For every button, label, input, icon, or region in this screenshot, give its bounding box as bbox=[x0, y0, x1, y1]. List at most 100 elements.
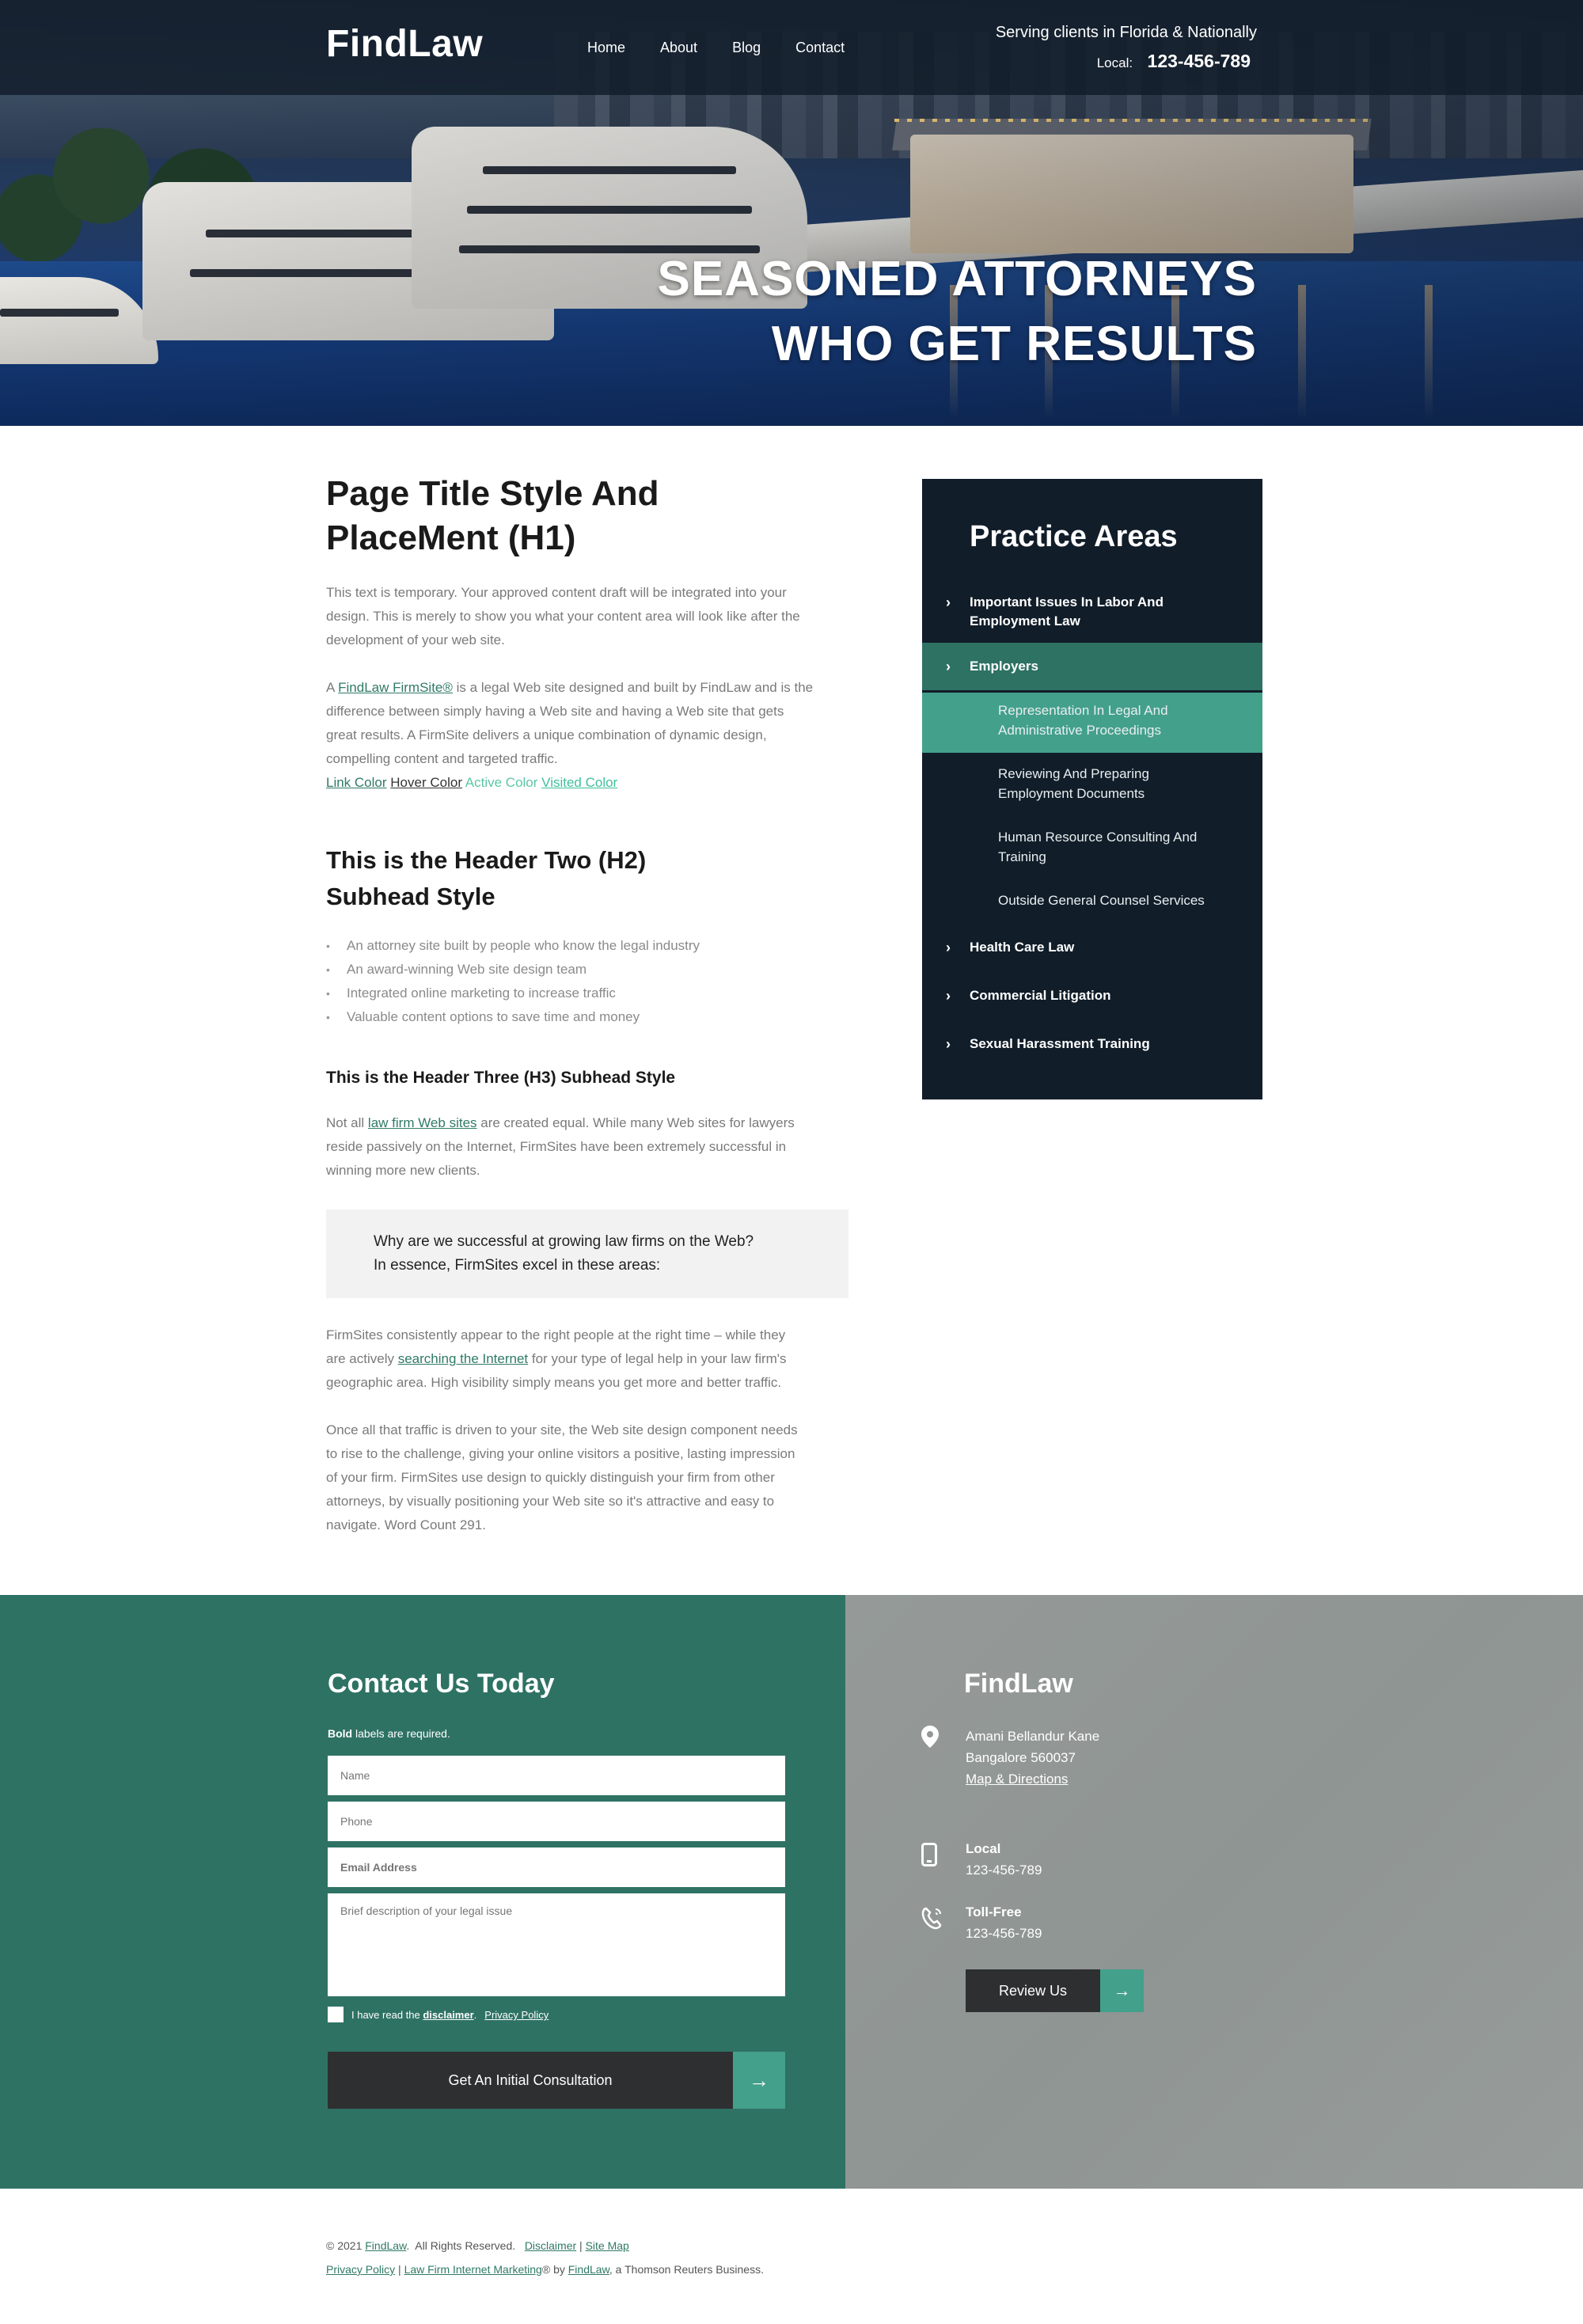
copyright-text: © 2021 bbox=[326, 2239, 366, 2252]
serving-tagline: Serving clients in Florida & Nationally bbox=[995, 24, 1257, 41]
practice-areas-title: Practice Areas bbox=[970, 520, 1178, 553]
get-consultation-button[interactable]: Get An Initial Consultation bbox=[328, 2052, 733, 2109]
visited-color-sample[interactable]: Visited Color bbox=[541, 775, 617, 790]
arrow-right-icon[interactable]: → bbox=[733, 2052, 785, 2109]
sidebar-subitem-representation[interactable]: Representation In Legal And Administrati… bbox=[922, 701, 1262, 742]
hero-headline-line2: WHO GET RESULTS bbox=[771, 317, 1257, 371]
arrow-right-icon[interactable]: → bbox=[1100, 1969, 1144, 2012]
by-text: ® by bbox=[541, 2263, 568, 2276]
text-line: compelling content and targeted traffic. bbox=[326, 751, 558, 766]
searching-internet-link[interactable]: searching the Internet bbox=[398, 1351, 528, 1366]
findlaw-logo[interactable]: FindLaw bbox=[326, 22, 483, 66]
main-nav: Home About Blog Contact bbox=[587, 40, 879, 56]
local-label: Local: bbox=[1096, 55, 1133, 70]
hover-color-sample[interactable]: Hover Color bbox=[390, 775, 462, 790]
law-firm-paragraph: Not all law firm Web sites are created e… bbox=[326, 1111, 848, 1183]
tollfree-label: Toll-Free bbox=[966, 1904, 1022, 1920]
link-color-samples: Link Color Hover Color Active Color Visi… bbox=[326, 771, 848, 795]
nav-contact[interactable]: Contact bbox=[795, 40, 845, 56]
link-color-sample[interactable]: Link Color bbox=[326, 775, 387, 790]
list-item: An award-winning Web site design team bbox=[326, 958, 848, 982]
practice-areas-sidebar: Practice Areas › Important Issues In Lab… bbox=[922, 479, 1262, 1099]
sidebar-item-label: Health Care Law bbox=[970, 940, 1075, 955]
design-paragraph: Once all that traffic is driven to your … bbox=[326, 1418, 848, 1537]
text-span: are created equal. While many Web sites … bbox=[476, 1115, 795, 1130]
sidebar-subitem-hr-consulting[interactable]: Human Resource Consulting And Training bbox=[922, 827, 1262, 868]
sidebar-item-commercial-litigation[interactable]: › Commercial Litigation bbox=[922, 986, 1262, 1005]
required-note: Bold labels are required. bbox=[328, 1727, 450, 1740]
office-title: FindLaw bbox=[964, 1669, 1073, 1699]
list-item: An attorney site built by people who kno… bbox=[326, 934, 848, 958]
disclaimer-link[interactable]: disclaimer bbox=[423, 2009, 473, 2021]
sidebar-subitem-employment-documents[interactable]: Reviewing And Preparing Employment Docum… bbox=[922, 764, 1262, 805]
text-line: to rise to the challenge, giving your on… bbox=[326, 1446, 795, 1461]
visibility-paragraph: FirmSites consistently appear to the rig… bbox=[326, 1323, 848, 1395]
name-input[interactable] bbox=[328, 1756, 785, 1795]
findlaw-link[interactable]: FindLaw bbox=[365, 2239, 406, 2252]
intro-paragraph: This text is temporary. Your approved co… bbox=[326, 581, 848, 652]
review-us-button[interactable]: Review Us bbox=[966, 1969, 1100, 2012]
privacy-policy-link[interactable]: Privacy Policy bbox=[484, 2009, 549, 2021]
legal-footer: © 2021 FindLaw. All Rights Reserved. Dis… bbox=[326, 2234, 764, 2281]
text-span: is a legal Web site designed and built b… bbox=[452, 680, 814, 695]
text-line: reside passively on the Internet, FirmSi… bbox=[326, 1139, 787, 1154]
sidebar-item-label-line2: Employment Law bbox=[970, 613, 1080, 628]
phone-input[interactable] bbox=[328, 1802, 785, 1841]
tollfree-number[interactable]: 123-456-789 bbox=[966, 1923, 1042, 1944]
text-line: design. This is merely to show you what … bbox=[326, 609, 800, 624]
sidebar-item-label-line1: Important Issues In Labor And bbox=[970, 594, 1164, 609]
quote-line1: Why are we successful at growing law fir… bbox=[374, 1233, 754, 1250]
office-local-phone: Local 123-456-789 bbox=[966, 1838, 1042, 1881]
sidebar-subitem-label: Representation In Legal And Administrati… bbox=[998, 701, 1243, 740]
site-map-link[interactable]: Site Map bbox=[586, 2239, 629, 2252]
sidebar-item-labor-employment[interactable]: › Important Issues In Labor And Employme… bbox=[922, 593, 1262, 636]
sidebar-subitem-general-counsel[interactable]: Outside General Counsel Services bbox=[922, 890, 1262, 911]
sidebar-item-sexual-harassment[interactable]: › Sexual Harassment Training bbox=[922, 1035, 1262, 1054]
sidebar-item-label: Important Issues In Labor And Employment… bbox=[970, 593, 1239, 631]
blockquote: Why are we successful at growing law fir… bbox=[326, 1209, 848, 1298]
disclaimer-checkbox[interactable] bbox=[328, 2007, 344, 2022]
map-directions-link[interactable]: Map & Directions bbox=[966, 1771, 1068, 1787]
map-pin-icon bbox=[921, 1726, 939, 1753]
law-firm-websites-link[interactable]: law firm Web sites bbox=[368, 1115, 477, 1130]
sidebar-subitem-label: Outside General Counsel Services bbox=[998, 893, 1205, 908]
text-line: geographic area. High visibility simply … bbox=[326, 1375, 782, 1390]
nav-about[interactable]: About bbox=[660, 40, 697, 56]
chevron-right-icon: › bbox=[946, 940, 951, 955]
local-phone-number[interactable]: 123-456-789 bbox=[966, 1859, 1042, 1881]
hero-headline: SEASONED ATTORNEYS WHO GET RESULTS bbox=[657, 247, 1257, 377]
firmsite-link[interactable]: FindLaw FirmSite® bbox=[338, 680, 453, 695]
text-line: of your firm. FirmSites use design to qu… bbox=[326, 1470, 775, 1485]
office-address: Amani Bellandur Kane Bangalore 560037 Ma… bbox=[966, 1726, 1099, 1790]
sidebar-item-health-care[interactable]: › Health Care Law bbox=[922, 938, 1262, 957]
header-two: This is the Header Two (H2) Subhead Styl… bbox=[326, 842, 848, 915]
sidebar-subitem-label: Reviewing And Preparing Employment Docum… bbox=[998, 764, 1243, 803]
text-span: A bbox=[326, 680, 339, 695]
list-item: Integrated online marketing to increase … bbox=[326, 982, 848, 1005]
checkbox-label-text: I have read the bbox=[351, 2009, 423, 2021]
header-two-line1: This is the Header Two (H2) bbox=[326, 846, 647, 874]
message-textarea[interactable] bbox=[328, 1893, 785, 1996]
active-color-sample[interactable]: Active Color bbox=[465, 775, 538, 790]
phone-number[interactable]: 123-456-789 bbox=[1148, 51, 1251, 71]
law-firm-marketing-link[interactable]: Law Firm Internet Marketing bbox=[404, 2263, 542, 2276]
office-section bbox=[845, 1595, 1583, 2189]
privacy-policy-footer-link[interactable]: Privacy Policy bbox=[326, 2263, 395, 2276]
chevron-right-icon: › bbox=[946, 594, 951, 610]
nav-home[interactable]: Home bbox=[587, 40, 625, 56]
nav-blog[interactable]: Blog bbox=[732, 40, 761, 56]
chevron-right-icon: › bbox=[946, 1036, 951, 1052]
sidebar-item-employers[interactable]: › Employers bbox=[922, 657, 1262, 676]
sidebar-subitem-label-line1: Representation In Legal And bbox=[998, 703, 1168, 718]
text-line: This text is temporary. Your approved co… bbox=[326, 585, 787, 600]
disclaimer-footer-link[interactable]: Disclaimer bbox=[525, 2239, 576, 2252]
email-input[interactable] bbox=[328, 1847, 785, 1887]
header-three: This is the Header Three (H3) Subhead St… bbox=[326, 1069, 676, 1087]
hero-headline-line1: SEASONED ATTORNEYS bbox=[657, 252, 1257, 306]
phone-ringing-icon bbox=[921, 1906, 943, 1935]
findlaw-link[interactable]: FindLaw bbox=[568, 2263, 609, 2276]
text-span: for your type of legal help in your law … bbox=[528, 1351, 787, 1366]
sidebar-subitem-label-line2: Employment Documents bbox=[998, 786, 1145, 801]
page-title: Page Title Style And PlaceMent (H1) bbox=[326, 472, 848, 560]
chevron-right-icon: › bbox=[946, 659, 951, 674]
